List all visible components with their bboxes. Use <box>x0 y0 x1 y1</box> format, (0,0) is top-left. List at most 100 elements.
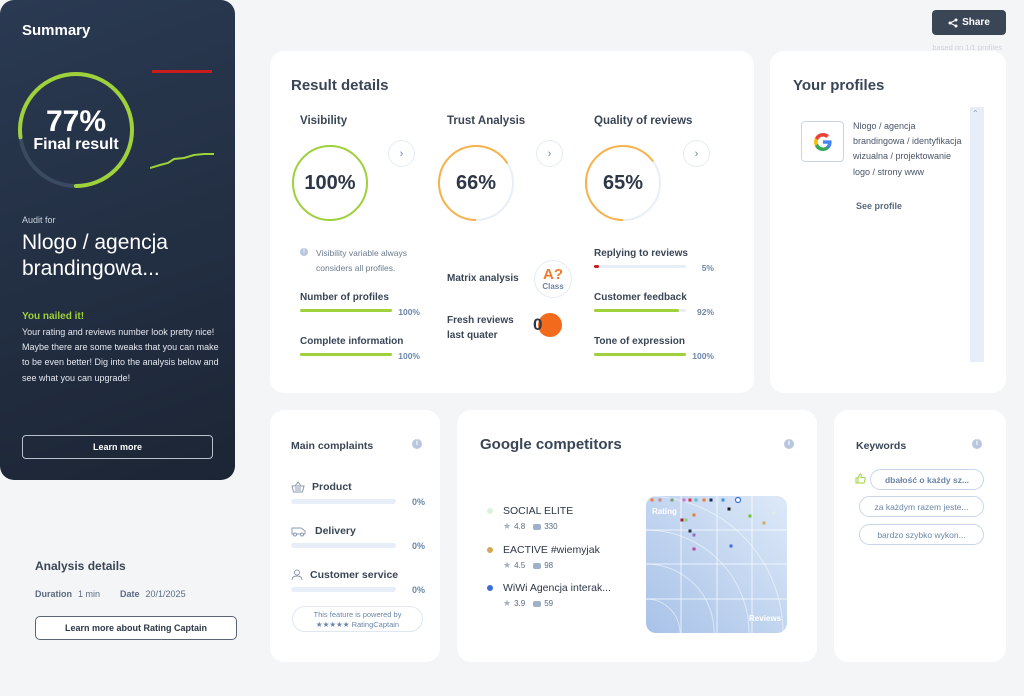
keywords-card: Keywords i dbałość o każdy sz... za każd… <box>834 410 1006 662</box>
truck-icon <box>291 527 306 537</box>
visibility-note-text: Visibility variable always considers all… <box>316 248 408 273</box>
star-icon: ★ <box>503 560 512 570</box>
keyword-chip[interactable]: za każdym razem jeste... <box>859 496 984 517</box>
competitor-meta: ★ 4.5 98 <box>503 560 553 571</box>
info-icon[interactable]: i <box>412 439 422 449</box>
your-profiles-title: Your profiles <box>793 77 885 94</box>
info-icon[interactable]: i <box>972 439 982 449</box>
result-details-title: Result details <box>291 77 389 94</box>
complaint-bar <box>291 499 396 504</box>
complaint-bar <box>291 587 396 592</box>
fresh-reviews-badge: 0 <box>533 313 562 337</box>
share-icon <box>948 18 958 27</box>
competitor-meta: ★ 3.9 59 <box>503 598 553 609</box>
metric-pct: 92% <box>696 307 714 317</box>
learn-more-button[interactable]: Learn more <box>22 435 213 459</box>
profiles-scrollbar[interactable]: ⌃ <box>970 107 984 362</box>
competitor-reviews: 59 <box>544 599 554 608</box>
class-label: Class <box>542 281 564 291</box>
metric-bar <box>594 309 686 312</box>
class-grade: A? <box>543 265 563 283</box>
trust-analysis-title: Trust Analysis <box>447 115 526 127</box>
chevron-right-icon: › <box>399 147 404 160</box>
matrix-y-label: Rating <box>652 507 677 516</box>
reviews-sparkline <box>150 153 214 169</box>
summary-description: Your rating and reviews number look pret… <box>22 327 219 383</box>
matrix-point <box>688 529 692 533</box>
audit-for-label: Audit for <box>22 215 56 225</box>
analysis-details-title: Analysis details <box>35 559 126 573</box>
matrix-point <box>692 533 696 537</box>
metric-number-of-profiles: Number of profiles 100% <box>300 292 420 317</box>
summary-headline: You nailed it! <box>22 311 85 322</box>
trust-value: 66% <box>455 171 497 194</box>
matrix-point <box>694 498 698 502</box>
complaint-bar <box>291 543 396 548</box>
visibility-details-button[interactable]: › <box>388 140 415 167</box>
matrix-point <box>702 498 706 502</box>
quality-value: 65% <box>602 171 644 194</box>
competitor-rating: 4.8 <box>514 522 526 531</box>
complaint-pct: 0% <box>411 497 425 507</box>
thumbs-up-icon <box>855 473 866 484</box>
keyword-chip[interactable]: bardzo szybko wykon... <box>859 524 984 545</box>
visibility-note: ! Visibility variable always considers a… <box>300 246 425 276</box>
keyword-chip[interactable]: dbałość o każdy sz... <box>870 469 984 490</box>
competitor-color-dot <box>487 585 493 591</box>
duration-value: 1 min <box>78 589 101 599</box>
fresh-reviews-value: 0 <box>533 315 543 334</box>
complaint-label: Customer service <box>310 569 399 581</box>
google-competitors-card: Google competitors i SOCIAL ELITE ★ 4.8 … <box>457 410 817 662</box>
competitor-name: SOCIAL ELITE <box>503 505 574 517</box>
google-profile-logo <box>801 121 844 162</box>
metric-pct: 5% <box>701 263 714 273</box>
competitor-color-dot <box>487 547 493 553</box>
matrix-point <box>680 518 684 522</box>
info-icon[interactable]: i <box>784 439 794 449</box>
google-icon <box>813 132 832 151</box>
competitor-meta: ★ 4.8 330 <box>503 521 558 532</box>
complaint-pct: 0% <box>411 541 425 551</box>
duration-label: Duration <box>35 589 72 599</box>
metric-complete-information: Complete information 100% <box>300 336 420 361</box>
date-value: 20/1/2025 <box>145 589 186 599</box>
competitor-reviews: 98 <box>544 561 554 570</box>
comment-icon <box>533 600 542 607</box>
trust-details-button[interactable]: › <box>536 140 563 167</box>
metric-label: Number of profiles <box>300 292 389 303</box>
audit-name: Nlogo / agencja brandingowa... <box>22 231 168 280</box>
competitor-rating: 3.9 <box>514 599 526 608</box>
metric-bar <box>594 265 686 268</box>
matrix-point <box>721 498 725 502</box>
class-badge: A? Class <box>534 260 572 298</box>
google-competitors-title: Google competitors <box>480 436 622 453</box>
chevron-right-icon: › <box>547 147 552 160</box>
chevron-up-icon[interactable]: ⌃ <box>972 109 979 118</box>
result-details-card: Result details Visibility 100% › ! Visib… <box>270 51 754 393</box>
learn-more-rating-captain-button[interactable]: Learn more about Rating Captain <box>35 616 237 640</box>
matrix-point <box>684 518 688 522</box>
matrix-point <box>670 498 674 502</box>
metric-pct: 100% <box>398 307 420 317</box>
share-button[interactable]: Share <box>932 10 1006 35</box>
date-label: Date <box>120 589 140 599</box>
competitor-reviews: 330 <box>544 522 558 531</box>
metric-bar <box>300 309 392 312</box>
complaint-pct: 0% <box>411 585 425 595</box>
main-complaints-card: Main complaints i Product 0% Delivery 0%… <box>270 410 440 662</box>
profile-name: Nlogo / agencja brandingowa / identyfika… <box>853 121 962 177</box>
quality-details-button[interactable]: › <box>683 140 710 167</box>
main-complaints-title: Main complaints <box>291 440 374 452</box>
metric-bar <box>594 353 686 356</box>
competitor-name: WiWi Agencja interak... <box>503 582 611 594</box>
visibility-title: Visibility <box>300 115 348 127</box>
matrix-point <box>682 498 686 502</box>
metric-label: Customer feedback <box>594 292 687 303</box>
see-profile-link[interactable]: See profile <box>856 201 902 211</box>
competitor-name: EACTIVE #wiemyjak <box>503 544 600 556</box>
visibility-value: 100% <box>304 171 356 194</box>
chevron-right-icon: › <box>694 147 699 160</box>
metric-bar <box>300 353 392 356</box>
metric-tone-of-expression: Tone of expression 100% <box>594 336 714 361</box>
matrix-point <box>772 511 776 515</box>
